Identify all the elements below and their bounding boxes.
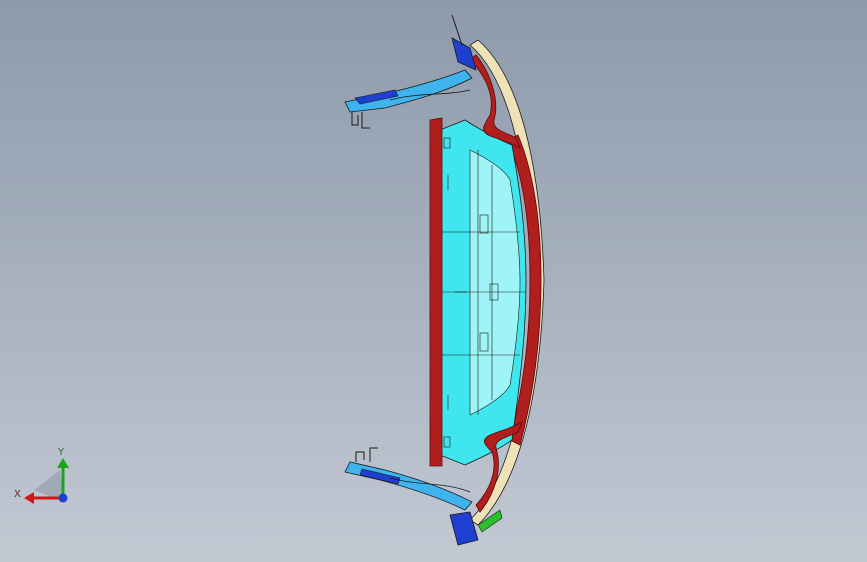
graphics-viewport[interactable]: X Y (0, 0, 867, 562)
cad-model[interactable] (0, 0, 867, 562)
left-flange[interactable] (429, 117, 443, 467)
upper-hinge-bracket[interactable] (344, 14, 477, 129)
lower-hinge-bracket[interactable] (344, 447, 503, 546)
